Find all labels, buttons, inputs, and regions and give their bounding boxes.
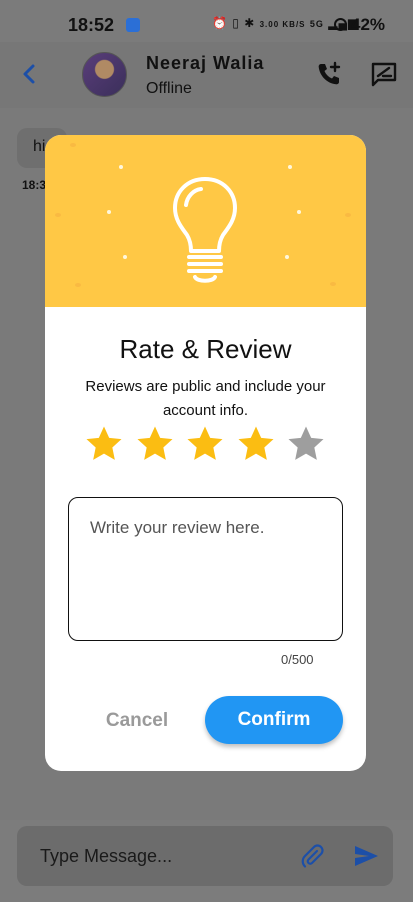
message-time: 18:3 (22, 178, 47, 192)
send-icon[interactable] (353, 844, 379, 868)
star-filled-icon[interactable] (83, 424, 125, 464)
chat-edit-icon[interactable] (370, 61, 398, 87)
banner-dot (123, 255, 127, 259)
cancel-button[interactable]: Cancel (93, 704, 181, 738)
avatar[interactable] (82, 52, 127, 97)
banner-speck (55, 213, 61, 217)
message-composer (17, 826, 393, 886)
banner-dot (107, 210, 111, 214)
banner-dot (288, 165, 292, 169)
dialog-subtitle: Reviews are public and include your acco… (85, 378, 326, 419)
chat-header: Neeraj Walia Offline (0, 42, 413, 108)
net-speed: 3.00 KB/S (259, 20, 306, 29)
contact-status: Offline (146, 80, 192, 97)
star-filled-icon[interactable] (235, 424, 277, 464)
banner-speck (75, 283, 81, 287)
battery-icon (334, 18, 347, 31)
network-type: 5G (309, 19, 324, 29)
battery-status: 42% (334, 15, 385, 35)
star-filled-icon[interactable] (184, 424, 226, 464)
add-call-icon[interactable] (316, 61, 342, 87)
star-filled-icon[interactable] (134, 424, 176, 464)
banner-dot (119, 165, 123, 169)
dialog-title: Rate & Review (119, 334, 292, 364)
review-box (68, 497, 343, 641)
paperclip-icon[interactable] (299, 843, 325, 869)
contact-name: Neeraj Walia (146, 53, 265, 73)
star-rating[interactable] (83, 424, 333, 468)
banner-dot (285, 255, 289, 259)
lightbulb-icon (173, 177, 237, 283)
status-bar: 18:52 ⏰ ▯ ✱ 3.00 KB/S 5G ▂▄▆ 42% (0, 0, 413, 42)
message-text: hi (33, 138, 46, 155)
battery-level: 42% (351, 15, 386, 34)
char-count: 0/500 (281, 652, 314, 667)
rate-review-dialog: Rate & Review Reviews are public and inc… (45, 135, 366, 771)
message-input[interactable] (40, 846, 280, 867)
banner-speck (345, 213, 351, 217)
banner-dot (297, 210, 301, 214)
banner-speck (330, 282, 336, 286)
back-arrow-icon[interactable] (18, 62, 42, 86)
app-notification-icon (126, 18, 140, 32)
banner-speck (70, 143, 76, 147)
star-empty-icon[interactable] (285, 424, 327, 464)
dialog-banner (45, 135, 366, 307)
status-time: 18:52 (68, 15, 115, 35)
confirm-button[interactable]: Confirm (205, 696, 343, 744)
review-input[interactable] (90, 518, 325, 618)
